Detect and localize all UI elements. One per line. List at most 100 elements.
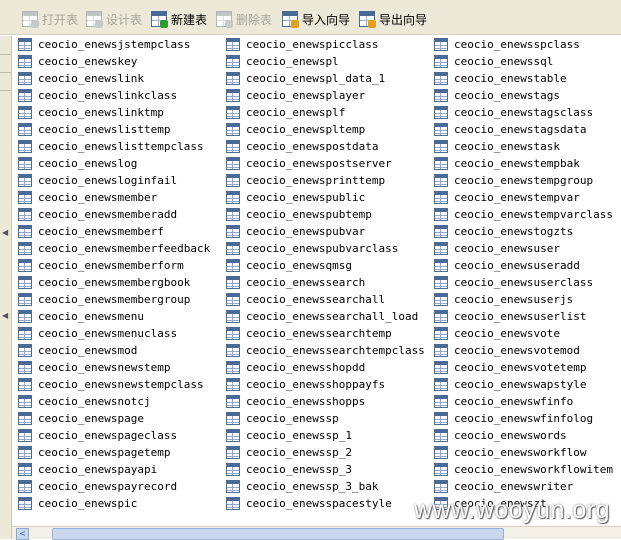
table-item[interactable]: ceocio_enewsmemberf <box>18 223 164 240</box>
table-icon <box>226 174 240 187</box>
table-item[interactable]: ceocio_enewssp <box>226 410 339 427</box>
scroll-left-button[interactable]: < <box>16 528 29 540</box>
table-item[interactable]: ceocio_enewsloginfail <box>18 172 177 189</box>
export-wizard-button[interactable]: 导出向导 <box>359 9 427 29</box>
table-item[interactable]: ceocio_enewsmenu <box>18 308 144 325</box>
table-item[interactable]: ceocio_enewsvotetemp <box>434 359 586 376</box>
table-item[interactable]: ceocio_enewssearch <box>226 274 365 291</box>
table-item[interactable]: ceocio_enewspagetemp <box>18 444 170 461</box>
table-item[interactable]: ceocio_enewsworkflow <box>434 444 586 461</box>
table-item[interactable]: ceocio_enewssearchall <box>226 291 385 308</box>
table-item[interactable]: ceocio_enewspic <box>18 495 137 512</box>
open-table-button[interactable]: 打开表 <box>22 9 78 29</box>
table-item[interactable]: ceocio_enewstagsdata <box>434 121 586 138</box>
table-item[interactable]: ceocio_enewspubvarclass <box>226 240 398 257</box>
table-item[interactable]: ceocio_enewsspclass <box>434 36 580 53</box>
table-item[interactable]: ceocio_enewsmenuclass <box>18 325 177 342</box>
table-item[interactable]: ceocio_enewspl_data_1 <box>226 70 385 87</box>
table-item[interactable]: ceocio_enewswfinfo <box>434 393 573 410</box>
table-item[interactable]: ceocio_enewswriter <box>434 478 573 495</box>
collapse-arrow-icon[interactable]: ◀ <box>2 311 8 320</box>
table-item[interactable]: ceocio_enewsprinttemp <box>226 172 385 189</box>
table-item[interactable]: ceocio_enewsmemberfeedback <box>18 240 210 257</box>
table-item[interactable]: ceocio_enewswapstyle <box>434 376 586 393</box>
table-item[interactable]: ceocio_enewspicclass <box>226 36 378 53</box>
table-item[interactable]: ceocio_enewspublic <box>226 189 365 206</box>
table-item[interactable]: ceocio_enewsmembergbook <box>18 274 190 291</box>
table-item[interactable]: ceocio_enewspayrecord <box>18 478 177 495</box>
design-table-button[interactable]: 设计表 <box>86 9 142 29</box>
table-item[interactable]: ceocio_enewsshopps <box>226 393 365 410</box>
table-item[interactable]: ceocio_enewslink <box>18 70 144 87</box>
table-item[interactable]: ceocio_enewsworkflowitem <box>434 461 613 478</box>
import-wizard-button[interactable]: 导入向导 <box>282 9 350 29</box>
table-item[interactable]: ceocio_enewswfinfolog <box>434 410 593 427</box>
table-item[interactable]: ceocio_enewsqmsg <box>226 257 352 274</box>
table-item[interactable]: ceocio_enewstable <box>434 70 567 87</box>
table-item[interactable]: ceocio_enewsuserlist <box>434 308 586 325</box>
table-item[interactable]: ceocio_enewsmemberadd <box>18 206 177 223</box>
table-item[interactable]: ceocio_enewssp_1 <box>226 427 352 444</box>
table-item[interactable]: ceocio_enewssp_3 <box>226 461 352 478</box>
table-item[interactable]: ceocio_enewspage <box>18 410 144 427</box>
table-item[interactable]: ceocio_enewsnewstemp <box>18 359 170 376</box>
table-item[interactable]: ceocio_enewsmembergroup <box>18 291 190 308</box>
horizontal-scrollbar[interactable]: < <box>12 526 621 540</box>
table-name: ceocio_enewslisttemp <box>38 123 171 136</box>
table-item[interactable]: ceocio_enewsplf <box>226 104 345 121</box>
table-item[interactable]: ceocio_enewspltemp <box>226 121 365 138</box>
table-item[interactable]: ceocio_enewslisttemp <box>18 121 170 138</box>
delete-table-icon <box>216 11 233 28</box>
table-item[interactable]: ceocio_enewstags <box>434 87 560 104</box>
table-item[interactable]: ceocio_enewssp_2 <box>226 444 352 461</box>
table-icon <box>18 480 32 493</box>
scroll-thumb[interactable] <box>52 528 504 540</box>
table-item[interactable]: ceocio_enewssp_3_bak <box>226 478 378 495</box>
table-item[interactable]: ceocio_enewstask <box>434 138 560 155</box>
table-item[interactable]: ceocio_enewsuserjs <box>434 291 573 308</box>
table-item[interactable]: ceocio_enewskey <box>18 53 137 70</box>
table-item[interactable]: ceocio_enewswords <box>434 427 567 444</box>
table-item[interactable]: ceocio_enewstempbak <box>434 155 580 172</box>
table-item[interactable]: ceocio_enewspostserver <box>226 155 392 172</box>
table-name: ceocio_enewssearchtempclass <box>246 344 425 357</box>
table-item[interactable]: ceocio_enewsnotcj <box>18 393 151 410</box>
table-item[interactable]: ceocio_enewstempvar <box>434 189 580 206</box>
table-item[interactable]: ceocio_enewspl <box>226 53 339 70</box>
table-item[interactable]: ceocio_enewsmod <box>18 342 137 359</box>
table-item[interactable]: ceocio_enewsvote <box>434 325 560 342</box>
new-table-button[interactable]: 新建表 <box>151 9 207 29</box>
delete-table-button[interactable]: 删除表 <box>216 9 272 29</box>
table-item[interactable]: ceocio_enewsvotemod <box>434 342 580 359</box>
collapse-arrow-icon[interactable]: ◀ <box>2 228 8 237</box>
table-item[interactable]: ceocio_enewsuserclass <box>434 274 593 291</box>
table-item[interactable]: ceocio_enewssql <box>434 53 553 70</box>
table-item[interactable]: ceocio_enewspayapi <box>18 461 157 478</box>
table-item[interactable]: ceocio_enewssearchall_load <box>226 308 418 325</box>
table-item[interactable]: ceocio_enewsshoppayfs <box>226 376 385 393</box>
table-item[interactable]: ceocio_enewslisttempclass <box>18 138 204 155</box>
table-item[interactable]: ceocio_enewspostdata <box>226 138 378 155</box>
table-item[interactable]: ceocio_enewsuseradd <box>434 257 580 274</box>
table-item[interactable]: ceocio_enewstempvarclass <box>434 206 613 223</box>
table-item[interactable]: ceocio_enewslinktmp <box>18 104 164 121</box>
table-item[interactable]: ceocio_enewssearchtemp <box>226 325 392 342</box>
table-item[interactable]: ceocio_enewstogzts <box>434 223 573 240</box>
table-item[interactable]: ceocio_enewsspacestyle <box>226 495 392 512</box>
table-item[interactable]: ceocio_enewspubvar <box>226 223 365 240</box>
table-item[interactable]: ceocio_enewspubtemp <box>226 206 372 223</box>
table-item[interactable]: ceocio_enewsuser <box>434 240 560 257</box>
table-item[interactable]: ceocio_enewsnewstempclass <box>18 376 204 393</box>
table-item[interactable]: ceocio_enewssearchtempclass <box>226 342 425 359</box>
table-item[interactable]: ceocio_enewsjstempclass <box>18 36 190 53</box>
table-name: ceocio_enewsnewstempclass <box>38 378 204 391</box>
table-item[interactable]: ceocio_enewsplayer <box>226 87 365 104</box>
table-item[interactable]: ceocio_enewsshopdd <box>226 359 365 376</box>
table-item[interactable]: ceocio_enewstagsclass <box>434 104 593 121</box>
table-item[interactable]: ceocio_enewslog <box>18 155 137 172</box>
table-item[interactable]: ceocio_enewstempgroup <box>434 172 593 189</box>
table-item[interactable]: ceocio_enewspageclass <box>18 427 177 444</box>
table-item[interactable]: ceocio_enewsmemberform <box>18 257 184 274</box>
table-item[interactable]: ceocio_enewslinkclass <box>18 87 177 104</box>
table-item[interactable]: ceocio_enewsmember <box>18 189 157 206</box>
